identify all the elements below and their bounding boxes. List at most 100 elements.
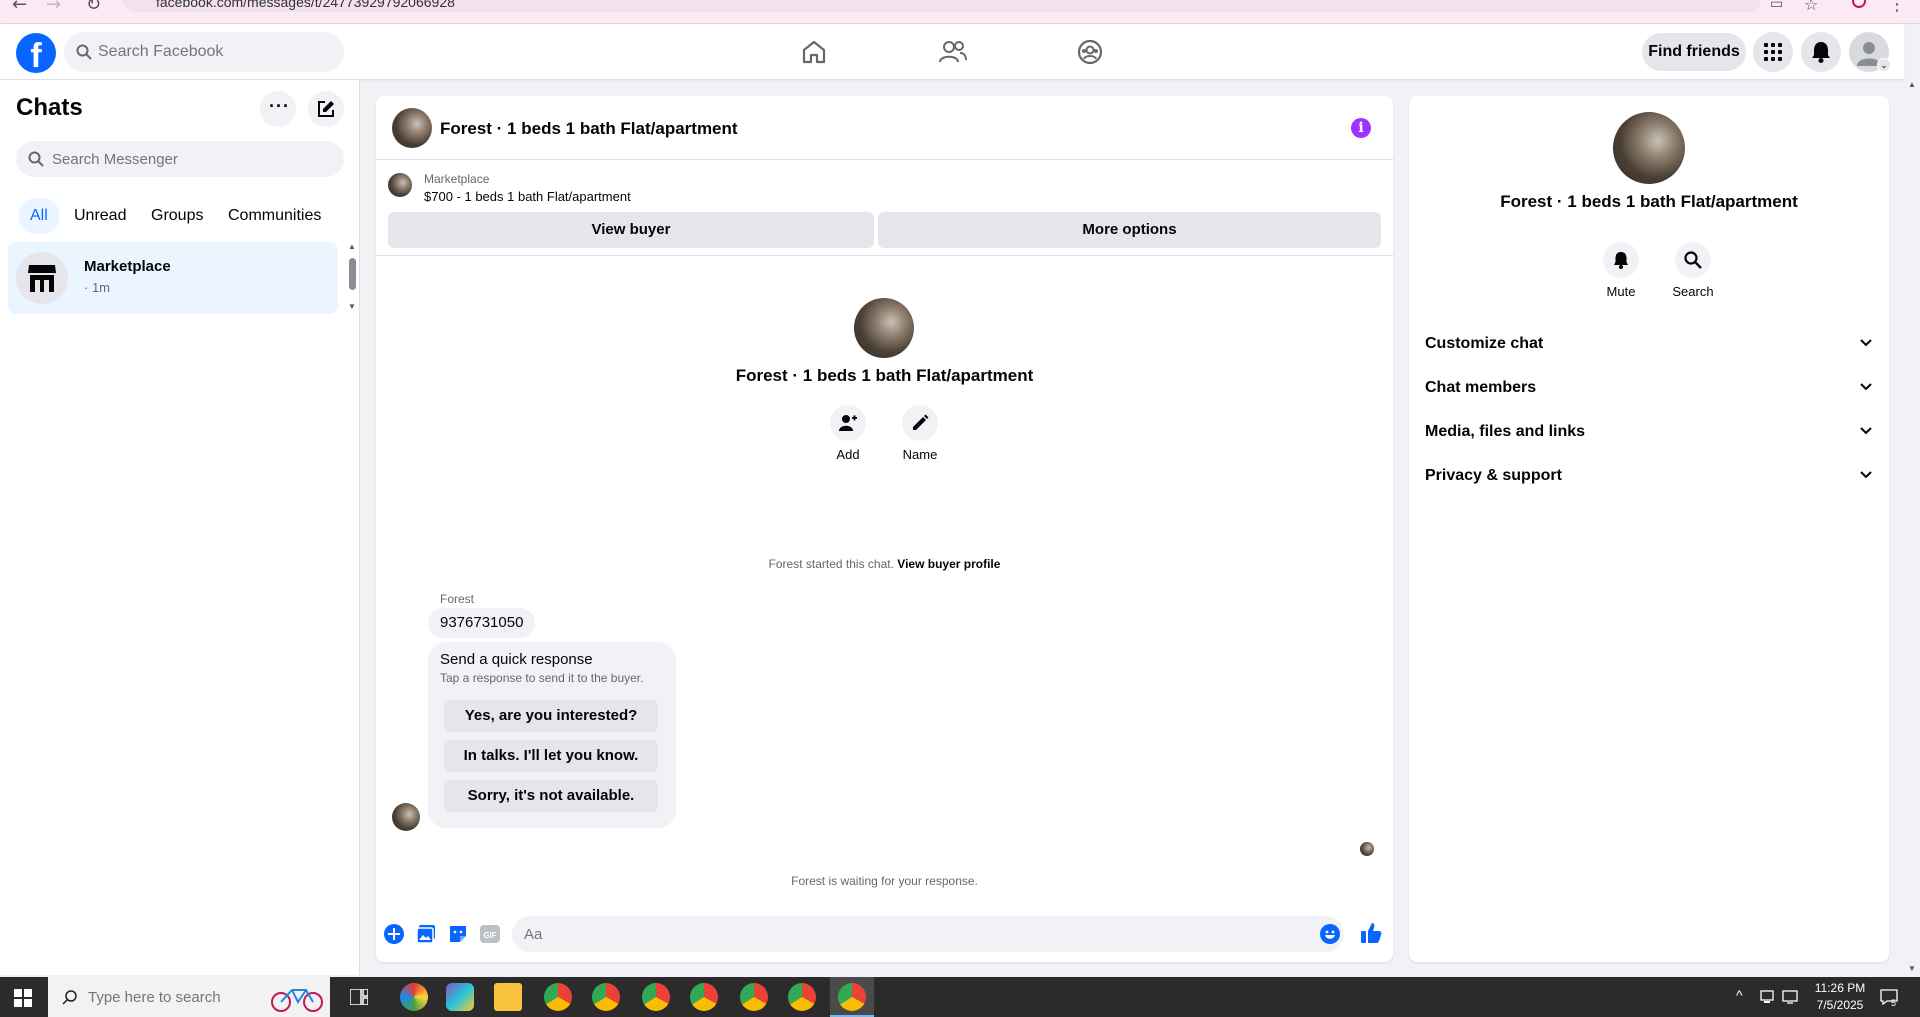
chrome-profile-icon[interactable] — [592, 983, 620, 1011]
add-people-button[interactable]: Add — [818, 405, 878, 462]
message-input-wrapper[interactable] — [512, 916, 1344, 952]
chrome-profile-icon[interactable] — [740, 983, 768, 1011]
plus-circle-icon[interactable] — [384, 924, 404, 944]
conversation-center-name: Forest · 1 beds 1 bath Flat/apartment — [735, 366, 1034, 385]
quick-response-title: Send a quick response — [440, 651, 593, 668]
search-in-conversation-button[interactable]: Search — [1663, 242, 1723, 299]
section-label: Chat members — [1425, 379, 1537, 396]
scroll-up-icon[interactable]: ▲ — [1908, 80, 1916, 89]
filter-tab-unread[interactable]: Unread — [62, 198, 138, 234]
find-friends-button[interactable]: Find friends — [1642, 33, 1746, 71]
conversation-avatar — [854, 298, 914, 358]
quick-response-yes[interactable]: Yes, are you interested? — [444, 700, 658, 732]
clock-time: 11:26 PM — [1814, 981, 1866, 995]
profile-icon[interactable] — [1852, 0, 1866, 8]
sender-avatar[interactable] — [392, 803, 420, 831]
pencil-icon — [913, 414, 929, 430]
friends-icon[interactable] — [939, 40, 967, 64]
windows-start-icon[interactable] — [14, 989, 32, 1007]
privacy-support-section[interactable]: Privacy & support — [1425, 454, 1873, 498]
chat-time: · 1m — [84, 280, 110, 295]
quick-response-in-talks[interactable]: In talks. I'll let you know. — [444, 740, 658, 772]
scroll-down-icon[interactable]: ▼ — [348, 302, 356, 311]
message-input[interactable] — [524, 916, 1304, 952]
search-icon — [1684, 251, 1702, 269]
network-icon[interactable] — [1760, 990, 1774, 1004]
media-files-links-section[interactable]: Media, files and links — [1425, 410, 1873, 454]
customize-chat-section[interactable]: Customize chat — [1425, 322, 1873, 366]
search-icon — [28, 151, 44, 167]
active-app-highlight[interactable] — [830, 977, 874, 1017]
messenger-search[interactable] — [16, 141, 344, 177]
listing-avatar[interactable] — [392, 108, 432, 148]
filter-tab-all[interactable]: All — [18, 198, 60, 234]
task-view-icon[interactable] — [350, 989, 368, 1005]
emoji-icon[interactable] — [1320, 924, 1340, 944]
display-icon[interactable] — [1782, 990, 1798, 1004]
taskbar-clock[interactable]: 11:26 PM 7/5/2025 — [1800, 980, 1880, 1014]
filter-tab-groups[interactable]: Groups — [139, 198, 215, 234]
cast-icon[interactable]: ▭ — [1770, 0, 1783, 12]
menu-button[interactable] — [1753, 32, 1793, 72]
chrome-profile-icon[interactable] — [690, 983, 718, 1011]
listing-thumbnail[interactable] — [388, 173, 412, 197]
listing-price[interactable]: $700 - 1 beds 1 bath Flat/apartment — [424, 189, 631, 204]
mute-button[interactable]: Mute — [1591, 242, 1651, 299]
chevron-down-icon — [1860, 471, 1872, 479]
seen-indicator-avatar — [1360, 842, 1374, 856]
notifications-button[interactable] — [1801, 32, 1841, 72]
thumbs-up-icon[interactable] — [1360, 922, 1382, 944]
scroll-thumb[interactable] — [349, 258, 356, 290]
groups-icon[interactable] — [1077, 39, 1103, 65]
reload-icon[interactable]: ↻ — [86, 0, 101, 15]
chrome-active-icon[interactable] — [838, 983, 866, 1011]
menu-icon[interactable]: ⋮ — [1888, 0, 1906, 15]
copilot-icon[interactable] — [446, 983, 474, 1011]
home-icon[interactable] — [801, 40, 827, 64]
more-options-button[interactable]: ··· — [260, 91, 296, 127]
edit-name-button[interactable]: Name — [890, 405, 950, 462]
chat-name: Marketplace — [84, 258, 171, 275]
more-options-listing-button[interactable]: More options — [878, 212, 1381, 248]
chat-members-section[interactable]: Chat members — [1425, 366, 1873, 410]
conversation-title[interactable]: Forest · 1 beds 1 bath Flat/apartment — [440, 119, 738, 139]
facebook-search[interactable] — [64, 32, 344, 72]
bookmark-star-icon[interactable]: ☆ — [1804, 0, 1818, 14]
chat-list-item[interactable]: Marketplace · 1m — [8, 242, 338, 314]
sidebar-scrollbar[interactable]: ▲ ▼ — [348, 242, 356, 322]
add-label: Add — [836, 447, 860, 462]
taskbar-app-icon[interactable] — [400, 983, 428, 1011]
view-buyer-button[interactable]: View buyer — [388, 212, 874, 248]
scroll-up-icon[interactable]: ▲ — [348, 242, 356, 251]
facebook-search-input[interactable] — [98, 32, 338, 72]
svg-text:GIF: GIF — [483, 931, 496, 940]
taskbar-search-input[interactable] — [88, 977, 238, 1017]
sticker-icon[interactable] — [448, 924, 468, 944]
taskbar-search[interactable] — [48, 977, 330, 1017]
quick-response-not-available[interactable]: Sorry, it's not available. — [444, 780, 658, 812]
account-avatar[interactable]: ⌄ — [1849, 32, 1891, 72]
view-buyer-profile-link[interactable]: View buyer profile — [897, 557, 1000, 571]
chrome-profile-icon[interactable] — [544, 983, 572, 1011]
file-explorer-icon[interactable] — [494, 983, 522, 1011]
back-icon[interactable]: ← — [12, 0, 27, 15]
photo-icon[interactable] — [416, 924, 436, 944]
gif-icon[interactable]: GIF — [480, 924, 500, 944]
message-bubble[interactable]: 9376731050 — [428, 608, 536, 638]
scroll-down-icon[interactable]: ▼ — [1908, 964, 1916, 973]
filter-tab-communities[interactable]: Communities — [216, 198, 333, 234]
forward-icon[interactable]: → — [46, 0, 61, 15]
bell-icon — [1614, 252, 1628, 269]
search-circle — [1675, 242, 1711, 278]
info-icon[interactable]: i — [1351, 118, 1371, 138]
facebook-header: f Find friends ⌄ — [0, 24, 1904, 80]
new-message-button[interactable] — [308, 91, 344, 127]
tray-chevron-icon[interactable]: ^ — [1736, 987, 1743, 1003]
chrome-icon[interactable] — [788, 983, 816, 1011]
chats-sidebar: Chats ··· All Unread Groups Communities … — [0, 80, 360, 975]
page-scrollbar[interactable]: ▲ ▼ — [1904, 80, 1920, 977]
facebook-logo[interactable]: f — [16, 33, 56, 73]
messenger-search-input[interactable] — [52, 141, 332, 177]
bicycle-icon — [271, 989, 323, 1012]
chrome-profile-icon[interactable] — [642, 983, 670, 1011]
